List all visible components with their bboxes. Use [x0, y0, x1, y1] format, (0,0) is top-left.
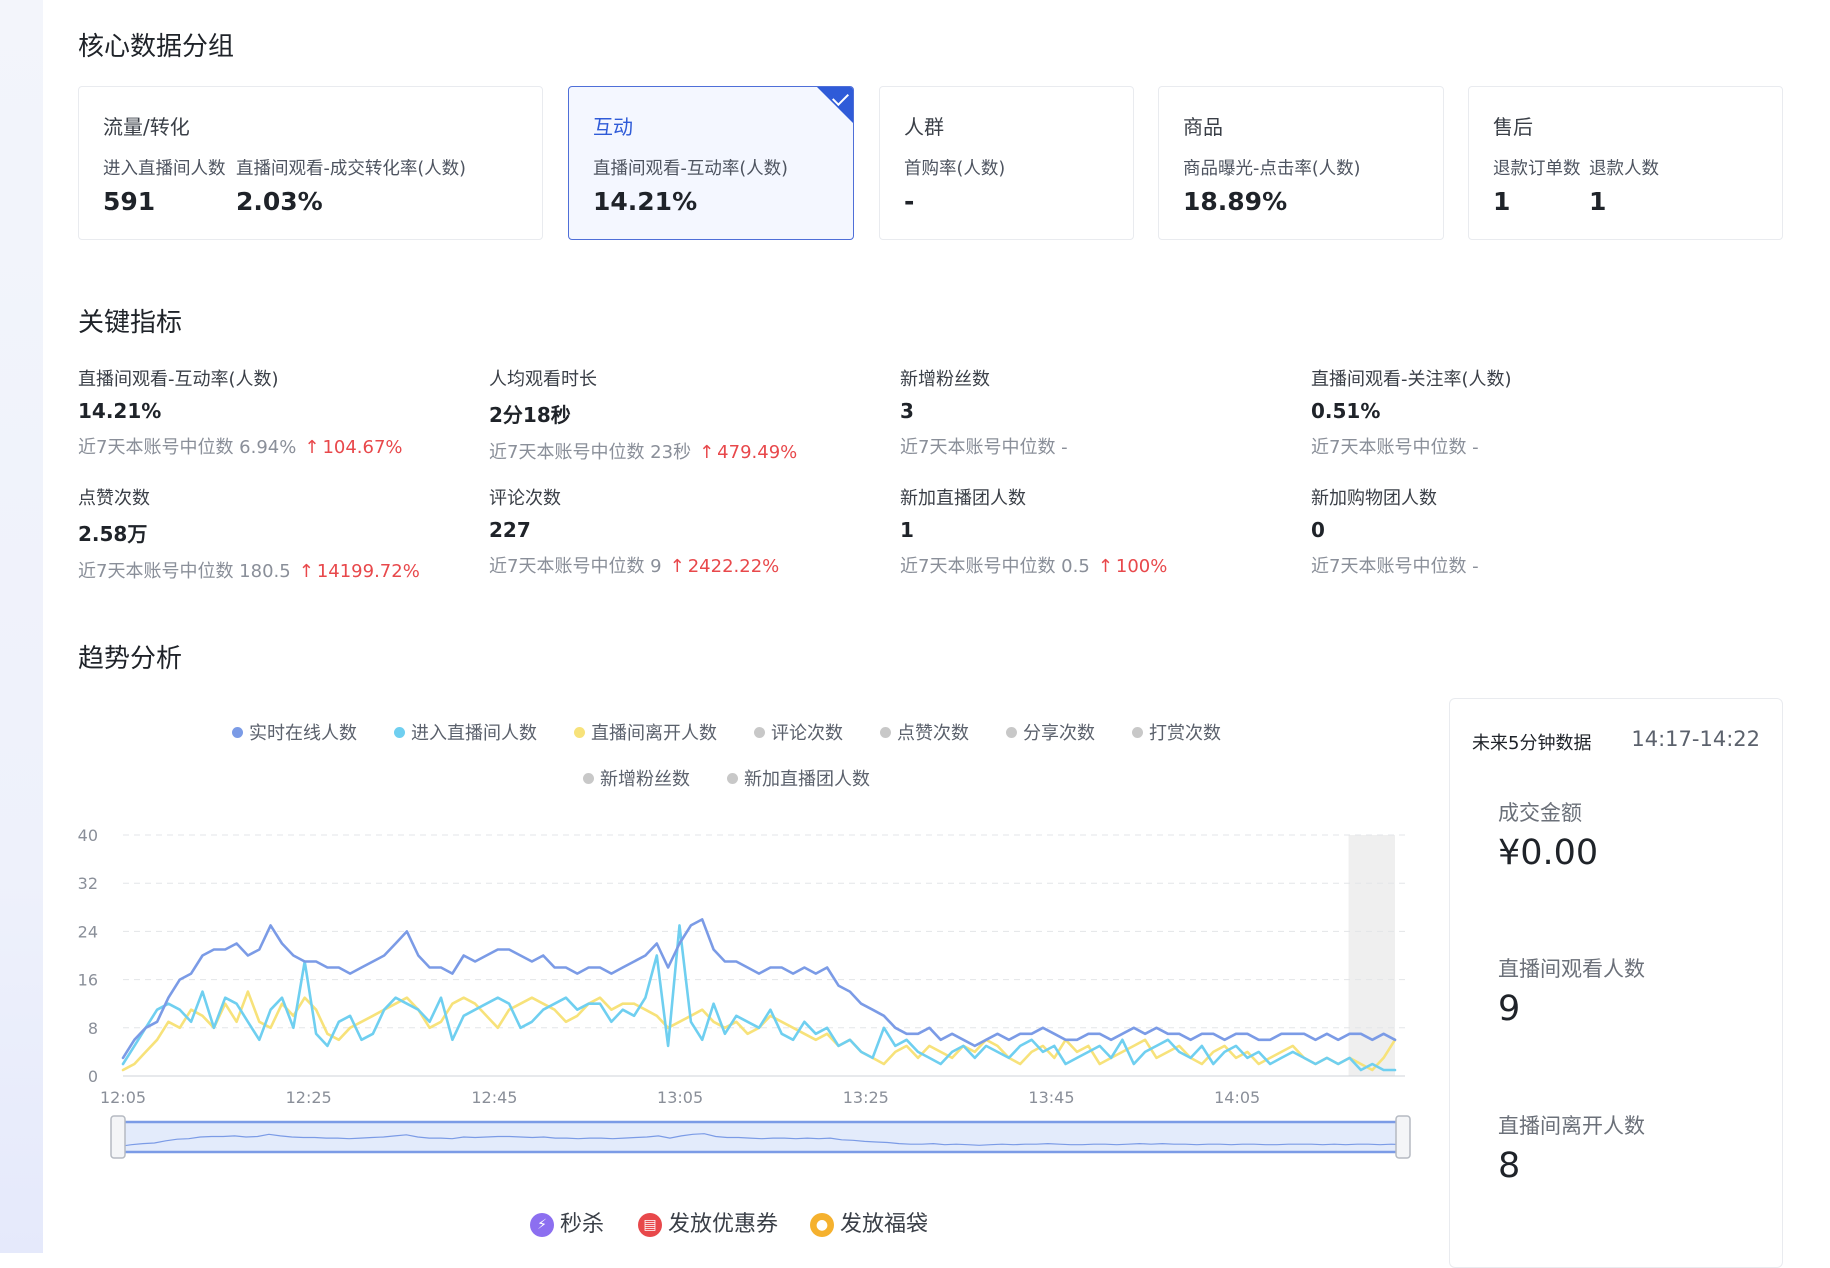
metric-label: 退款人数	[1589, 159, 1659, 179]
metric-value: 1	[1493, 187, 1511, 216]
forecast-value: ¥0.00	[1498, 833, 1599, 873]
marker-lucky-bag[interactable]: ● 发放福袋	[810, 1206, 928, 1238]
x-tick-label: 12:05	[100, 1088, 146, 1107]
coupon-icon: ▤	[638, 1213, 662, 1237]
x-tick-label: 13:45	[1028, 1088, 1074, 1107]
marker-flash-sale[interactable]: ⚡ 秒杀	[530, 1206, 604, 1238]
trend-chart[interactable]: 0 8 16 24 32 40 12:05 12:25 12:45 13:05 13:25 13:45…	[0, 0, 1440, 1200]
y-tick-label: 16	[78, 971, 98, 990]
forecast-range: 14:17-14:22	[1631, 727, 1760, 751]
y-tick-label: 40	[78, 826, 98, 845]
forecast-value: 8	[1498, 1146, 1521, 1186]
marker-label: 发放福袋	[840, 1212, 929, 1237]
y-tick-label: 24	[78, 922, 98, 941]
metric-label: 退款订单数	[1493, 159, 1581, 179]
x-tick-label: 12:25	[286, 1088, 332, 1107]
x-tick-label: 14:05	[1214, 1088, 1260, 1107]
forecast-panel: 未来5分钟数据 14:17-14:22 成交金额 ¥0.00 直播间观看人数 9…	[1449, 698, 1783, 1268]
y-tick-label: 32	[78, 874, 98, 893]
lucky-bag-icon: ●	[810, 1213, 834, 1237]
x-tick-label: 12:45	[471, 1088, 517, 1107]
marker-label: 发放优惠券	[668, 1212, 779, 1237]
forecast-label: 成交金额	[1498, 801, 1582, 825]
series-leave-users-line	[121, 990, 1397, 1072]
forecast-title: 未来5分钟数据	[1472, 733, 1592, 754]
zoom-handle-right	[1395, 1115, 1411, 1159]
zoom-handle-left	[110, 1115, 126, 1159]
x-tick-label: 13:25	[843, 1088, 889, 1107]
lightning-icon: ⚡	[530, 1213, 554, 1237]
series-enter-users-line	[121, 924, 1397, 1072]
forecast-label: 直播间离开人数	[1498, 1114, 1645, 1138]
x-tick-label: 13:05	[657, 1088, 703, 1107]
card-title: 售后	[1493, 115, 1533, 139]
y-tick-label: 0	[88, 1067, 98, 1086]
forecast-label: 直播间观看人数	[1498, 957, 1645, 981]
series-online-users-line	[121, 918, 1397, 1060]
metric-value: 1	[1589, 187, 1607, 216]
forecast-value: 9	[1498, 989, 1521, 1029]
y-tick-label: 8	[88, 1019, 98, 1038]
marker-label: 秒杀	[560, 1212, 605, 1237]
marker-coupon[interactable]: ▤ 发放优惠券	[638, 1206, 778, 1238]
core-card-aftersale[interactable]: 售后 退款订单数 1 退款人数 1	[1468, 86, 1783, 240]
